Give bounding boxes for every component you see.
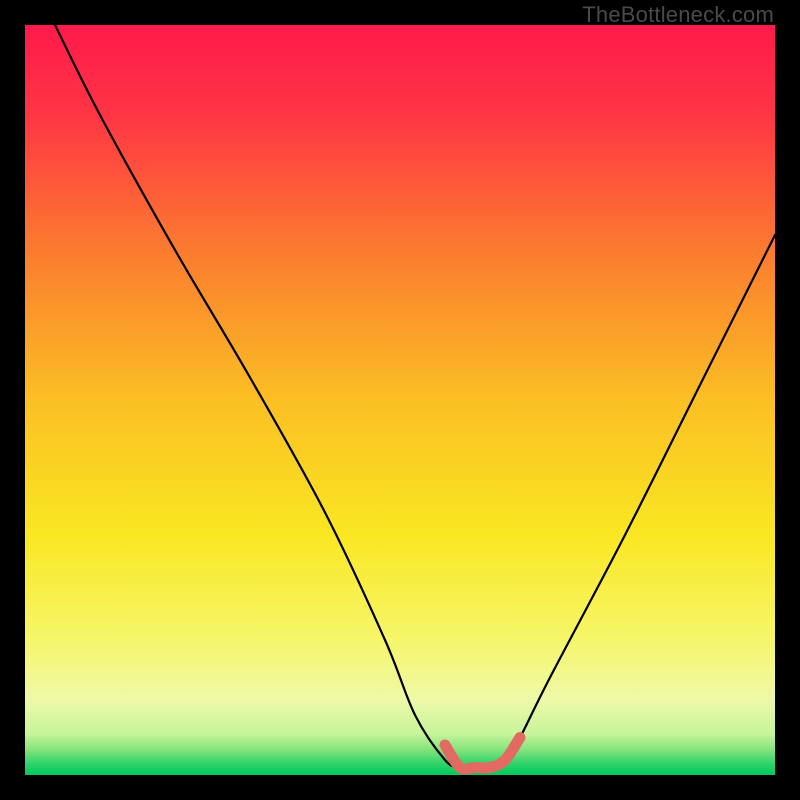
watermark-text: TheBottleneck.com <box>582 2 774 28</box>
plot-area <box>25 25 775 775</box>
chart-frame: TheBottleneck.com <box>0 0 800 800</box>
bottleneck-curve <box>25 25 775 775</box>
